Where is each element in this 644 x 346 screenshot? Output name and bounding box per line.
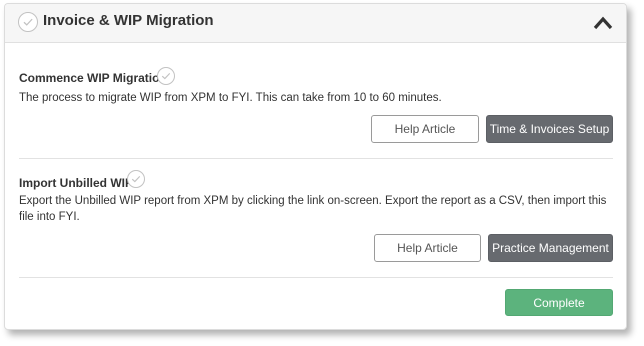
chevron-up-icon[interactable] [592, 14, 614, 32]
section-title-commence: Commence WIP Migration [19, 71, 167, 85]
practice-management-button[interactable]: Practice Management [488, 234, 613, 262]
check-circle-icon [18, 12, 38, 32]
section-title-import: Import Unbilled WIP [19, 176, 133, 190]
check-circle-icon [157, 67, 175, 85]
time-invoices-setup-button[interactable]: Time & Invoices Setup [486, 115, 613, 143]
section-description-commence: The process to migrate WIP from XPM to F… [19, 92, 442, 104]
panel-header[interactable]: Invoice & WIP Migration [5, 4, 626, 43]
migration-panel: Invoice & WIP Migration Commence WIP Mig… [4, 3, 627, 330]
check-circle-icon [127, 170, 145, 188]
section-divider [19, 158, 613, 159]
section-divider [19, 277, 613, 278]
complete-button[interactable]: Complete [505, 289, 613, 316]
help-article-button[interactable]: Help Article [371, 115, 479, 143]
section-description-import: Export the Unbilled WIP report from XPM … [19, 195, 607, 223]
help-article-button[interactable]: Help Article [374, 234, 481, 262]
panel-title: Invoice & WIP Migration [43, 12, 214, 29]
